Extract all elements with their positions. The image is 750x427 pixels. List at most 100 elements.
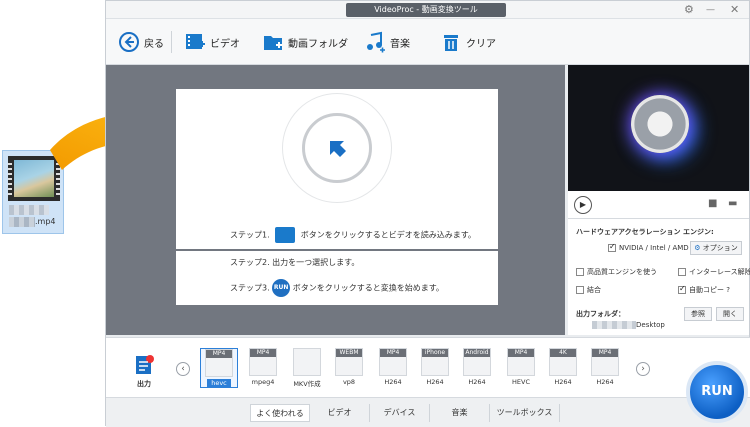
tab-device[interactable]: デバイス [370, 404, 430, 422]
format-icon: iPhone [421, 348, 449, 376]
format-item[interactable]: MP4 HEVC [502, 348, 540, 388]
folder-icon[interactable]: ▬ [728, 198, 737, 209]
format-item[interactable]: WEBM vp8 [330, 348, 368, 388]
format-item[interactable]: Android H264 [458, 348, 496, 388]
output-folder-path: Desktop [592, 321, 665, 329]
format-container-label: MP4 [250, 349, 276, 357]
hq-engine-option[interactable]: 高品質エンジンを使う [576, 267, 657, 277]
open-button[interactable]: 開く [716, 307, 744, 321]
format-container-label: MP4 [206, 350, 232, 358]
format-codec-label: H264 [596, 378, 614, 386]
clear-label: クリア [466, 38, 496, 50]
run-button[interactable]: RUN [686, 361, 748, 423]
close-button[interactable]: ✕ [730, 3, 739, 17]
step1-prefix: ステップ1. [230, 230, 270, 240]
playback-bar: ▶ ■ ▬ [568, 191, 749, 219]
format-codec-label: H264 [384, 378, 402, 386]
browse-button[interactable]: 参照 [684, 307, 712, 321]
step1: ステップ1. ボタンをクリックするとビデオを読み込みます。 [230, 227, 476, 243]
merge-label: 結合 [587, 286, 601, 294]
step3: ステップ3. RUN ボタンをクリックすると変換を始めます。 [230, 279, 444, 297]
back-arrow-icon [119, 32, 139, 52]
hw-vendor-label: NVIDIA / Intel / AMD [619, 244, 689, 252]
format-item[interactable]: MP4 hevc [200, 348, 238, 388]
options-panel: ハードウェアアクセラレーション エンジン: NVIDIA / Intel / A… [568, 219, 750, 335]
add-music-button[interactable]: 音楽 [364, 29, 410, 55]
format-container-label: MP4 [380, 349, 406, 357]
format-container-label: WEBM [336, 349, 362, 357]
format-container-label: MP4 [508, 349, 534, 357]
format-codec-label: MKV作成 [293, 380, 321, 388]
format-icon: MP4 [249, 348, 277, 376]
back-button[interactable]: 戻る [118, 29, 164, 55]
play-icon[interactable]: ▶ [574, 196, 592, 214]
clear-button[interactable]: クリア [440, 29, 496, 55]
merge-checkbox[interactable] [576, 286, 584, 294]
folder-add-icon [264, 36, 282, 50]
deinterlace-checkbox[interactable] [678, 268, 686, 276]
format-container-label: 4K [550, 349, 576, 357]
autocopy-option[interactable]: 自動コピー ? [678, 284, 730, 295]
format-codec-label: hevc [207, 379, 231, 387]
format-container-label: iPhone [422, 349, 448, 357]
minimize-button[interactable]: — [706, 3, 715, 17]
format-icon: MP4 [379, 348, 407, 376]
format-item[interactable]: 4K H264 [544, 348, 582, 388]
format-codec-label: mpeg4 [251, 378, 275, 386]
format-codec-label: H264 [426, 378, 444, 386]
drop-area[interactable]: ステップ1. ボタンをクリックするとビデオを読み込みます。 ステップ2. 出力を… [106, 65, 565, 335]
video-add-icon [186, 34, 205, 49]
format-icon: Android [463, 348, 491, 376]
file-extension: .mp4 [35, 217, 56, 226]
gear-icon: ⚙ [694, 244, 701, 252]
hw-vendor-checkbox[interactable]: NVIDIA / Intel / AMD [608, 242, 689, 252]
back-label: 戻る [144, 38, 164, 50]
tab-popular[interactable]: よく使われる [250, 404, 310, 422]
tab-toolbox[interactable]: ツールボックス [490, 404, 560, 422]
trash-icon [444, 35, 458, 51]
drop-panel: ステップ1. ボタンをクリックするとビデオを読み込みます。 [176, 89, 498, 249]
path-text: Desktop [636, 321, 665, 329]
deinterlace-option[interactable]: インターレース解除 [678, 267, 750, 277]
autocopy-checkbox[interactable] [678, 284, 686, 294]
video-button-icon [275, 227, 296, 243]
format-item[interactable]: MP4 H264 [586, 348, 624, 388]
merge-option[interactable]: 結合 [576, 285, 601, 295]
tab-music[interactable]: 音楽 [430, 404, 490, 422]
hq-checkbox[interactable] [576, 268, 584, 276]
camera-icon[interactable]: ■ [708, 198, 717, 209]
title-bar: VideoProc - 動画変換ツール ⚙ — ✕ [106, 1, 749, 19]
format-item[interactable]: iPhone H264 [416, 348, 454, 388]
format-icon: MP4 [507, 348, 535, 376]
film-holes-left [8, 160, 12, 197]
music-add-icon [367, 31, 385, 53]
next-formats-button[interactable]: › [636, 362, 650, 376]
steps-panel: ステップ2. 出力を一つ選択します。 ステップ3. RUN ボタンをクリックする… [176, 251, 498, 305]
format-icon: 4K [549, 348, 577, 376]
output-button[interactable]: 出力 [124, 354, 164, 389]
format-item[interactable]: MP4 H264 [374, 348, 412, 388]
add-video-button[interactable]: ビデオ [184, 29, 240, 55]
video-label: ビデオ [210, 38, 240, 50]
format-icon: MP4 [591, 348, 619, 376]
format-item[interactable]: MP4 mpeg4 [244, 348, 282, 388]
preview-pane [568, 65, 749, 191]
prev-formats-button[interactable]: ‹ [176, 362, 190, 376]
import-arrow-icon [330, 141, 346, 157]
format-codec-label: H264 [468, 378, 486, 386]
output-icon [136, 355, 154, 374]
format-container-label: Android [464, 349, 490, 357]
format-bar: 出力 ‹ MP4 hevc MP4 mpeg4 MKV作成 WEBM vp8 MP4 H264 i… [106, 337, 750, 397]
hw-checkbox[interactable] [608, 242, 616, 252]
settings-icon[interactable]: ⚙ [684, 3, 694, 17]
option-button[interactable]: ⚙ オプション [690, 241, 742, 255]
hw-accel-title: ハードウェアアクセラレーション エンジン: [576, 228, 714, 236]
tab-video[interactable]: ビデオ [310, 404, 370, 422]
run-small-icon: RUN [272, 279, 291, 297]
output-label: 出力 [137, 380, 151, 388]
add-folder-button[interactable]: 動画フォルダ [262, 29, 348, 55]
toolbar-divider [171, 31, 172, 53]
format-item[interactable]: MKV作成 [288, 348, 326, 388]
folder-label: 動画フォルダ [288, 38, 348, 50]
blurred-path [592, 321, 636, 329]
